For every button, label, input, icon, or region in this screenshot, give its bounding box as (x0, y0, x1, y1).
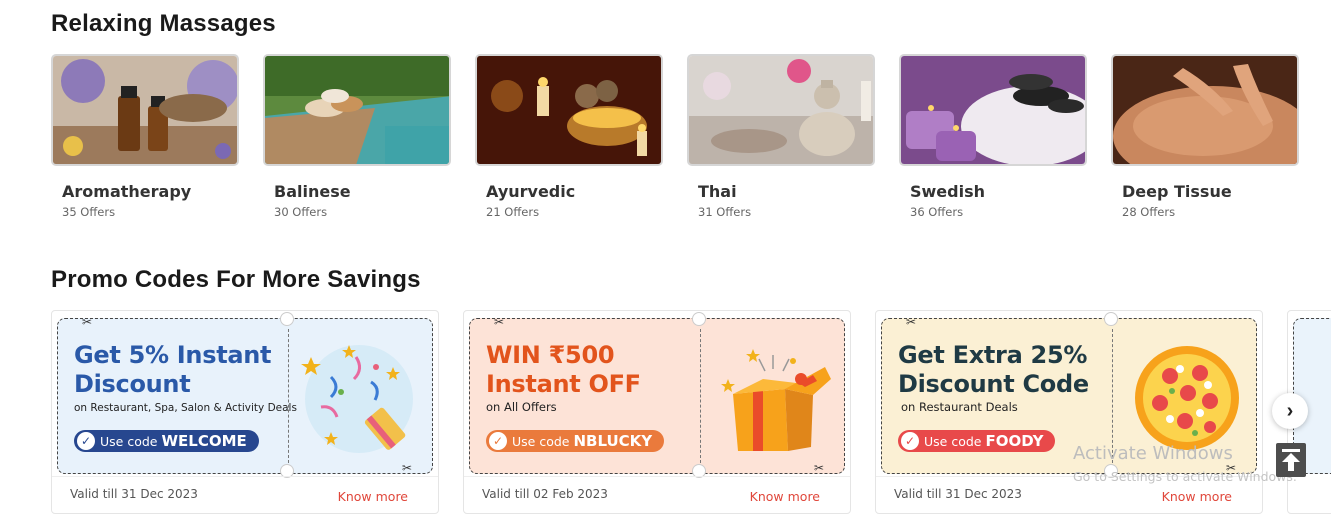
category-name[interactable]: Swedish (910, 182, 1087, 201)
promo-validity: Valid till 31 Dec 2023 (70, 487, 198, 501)
scissors-icon: ✂ (402, 461, 413, 474)
category-name[interactable]: Deep Tissue (1122, 182, 1299, 201)
section-title-massages: Relaxing Massages (51, 10, 276, 37)
ticket-notch (692, 312, 706, 326)
thai-image[interactable] (687, 54, 875, 166)
aromatherapy-image[interactable] (51, 54, 239, 166)
scissors-icon: ✂ (494, 318, 505, 329)
know-more-link[interactable]: Know more (750, 489, 820, 504)
promo-description: on All Offers (486, 400, 557, 414)
check-icon: ✓ (901, 432, 919, 450)
ayurvedic-image[interactable] (475, 54, 663, 166)
category-card-ayurvedic[interactable]: Ayurvedic 21 Offers (475, 54, 663, 219)
promo-code-pill[interactable]: ✓ Use code NBLUCKY (486, 430, 665, 452)
scissors-icon: ✂ (906, 318, 917, 329)
promo-title: WIN ₹500 Instant OFF (486, 341, 641, 398)
promo-footer-divider (52, 476, 438, 477)
promo-footer-divider (464, 476, 850, 477)
scissors-icon: ✂ (82, 318, 93, 329)
category-offers-count: 21 Offers (486, 205, 540, 219)
promo-description: on Restaurant, Spa, Salon & Activity Dea… (74, 402, 297, 414)
party-popper-icon (301, 345, 413, 453)
promo-title: Get Extra 25% Discount Code (898, 341, 1089, 398)
swedish-image[interactable] (899, 54, 1087, 166)
scissors-icon: ✂ (814, 461, 825, 474)
section-title-promo: Promo Codes For More Savings (51, 266, 421, 293)
category-card-thai[interactable]: Thai 31 Offers (687, 54, 875, 219)
check-icon: ✓ (489, 432, 507, 450)
windows-watermark-title: Activate Windows (1073, 443, 1233, 464)
category-name[interactable]: Thai (698, 182, 875, 201)
category-offers-count: 28 Offers (1122, 205, 1176, 219)
category-card-aromatherapy[interactable]: Aromatherapy 35 Offers (51, 54, 239, 219)
promo-title: Get 5% Instant Discount (74, 341, 272, 398)
promo-description: on Restaurant Deals (901, 400, 1018, 414)
deep-tissue-image[interactable] (1111, 54, 1299, 166)
promo-validity: Valid till 02 Feb 2023 (482, 487, 608, 501)
promo-validity: Valid till 31 Dec 2023 (894, 487, 1022, 501)
category-offers-count: 31 Offers (698, 205, 752, 219)
category-offers-count: 30 Offers (274, 205, 328, 219)
category-card-deep-tissue[interactable]: Deep Tissue 28 Offers (1111, 54, 1299, 219)
scroll-to-top-icon[interactable] (1276, 443, 1306, 477)
know-more-link[interactable]: Know more (338, 489, 408, 504)
pizza-icon (1135, 346, 1239, 450)
promo-ticket: WIN ₹500 Instant OFF on All Offers ✓ Use… (469, 318, 845, 474)
category-card-swedish[interactable]: Swedish 36 Offers (899, 54, 1087, 219)
category-name[interactable]: Balinese (274, 182, 451, 201)
windows-watermark-subtitle: Go to Settings to activate Windows. (1073, 469, 1297, 484)
chevron-right-icon[interactable]: › (1272, 393, 1308, 429)
ticket-notch (1104, 312, 1118, 326)
category-name[interactable]: Ayurvedic (486, 182, 663, 201)
promo-card-welcome[interactable]: Get 5% Instant Discount on Restaurant, S… (51, 310, 439, 514)
ticket-notch (280, 312, 294, 326)
promo-code-pill[interactable]: ✓ Use code FOODY (898, 430, 1056, 452)
know-more-link[interactable]: Know more (1162, 489, 1232, 504)
ticket-divider (700, 329, 701, 463)
promo-ticket: Get 5% Instant Discount on Restaurant, S… (57, 318, 433, 474)
check-icon: ✓ (77, 432, 95, 450)
promo-card-nblucky[interactable]: WIN ₹500 Instant OFF on All Offers ✓ Use… (463, 310, 851, 514)
promo-code-pill[interactable]: ✓ Use code WELCOME (74, 430, 259, 452)
category-card-balinese[interactable]: Balinese 30 Offers (263, 54, 451, 219)
category-name[interactable]: Aromatherapy (62, 182, 239, 201)
gift-box-icon (721, 349, 831, 451)
category-offers-count: 35 Offers (62, 205, 116, 219)
category-offers-count: 36 Offers (910, 205, 964, 219)
balinese-image[interactable] (263, 54, 451, 166)
ticket-divider (288, 329, 289, 463)
